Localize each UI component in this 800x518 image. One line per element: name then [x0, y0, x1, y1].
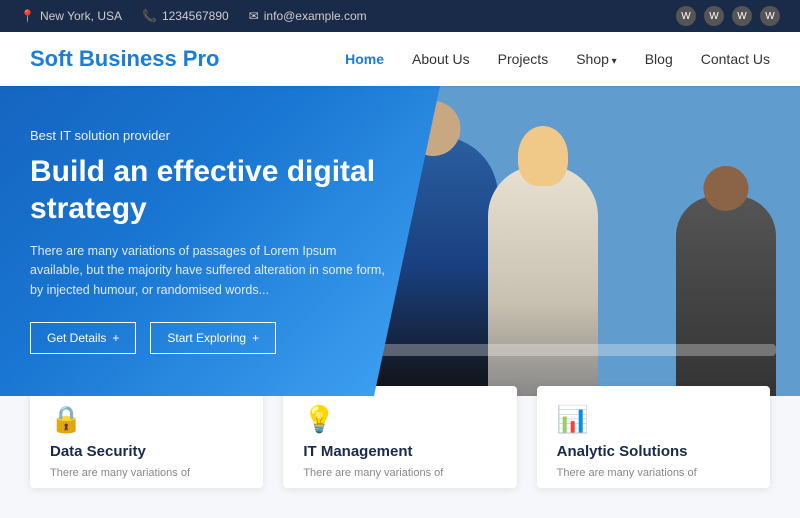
top-bar: 📍 New York, USA 📞 1234567890 ✉ info@exam… [0, 0, 800, 32]
location-icon: 📍 [20, 9, 35, 23]
data-security-title: Data Security [50, 443, 243, 460]
social-icon-3[interactable]: W [732, 6, 752, 26]
hero-subtitle: Best IT solution provider [30, 128, 386, 143]
email-item: ✉ info@example.com [249, 9, 367, 23]
card-data-security: 🔒 Data Security There are many variation… [30, 386, 263, 488]
phone-item: 📞 1234567890 [142, 9, 229, 23]
it-management-icon: 💡 [303, 404, 496, 435]
get-details-button[interactable]: Get Details + [30, 322, 136, 354]
it-management-title: IT Management [303, 443, 496, 460]
phone-text: 1234567890 [162, 9, 229, 23]
person-silhouette-2 [488, 166, 598, 396]
location-text: New York, USA [40, 9, 122, 23]
start-exploring-label: Start Exploring [167, 331, 246, 345]
card-analytic-solutions: 📊 Analytic Solutions There are many vari… [537, 386, 770, 488]
nav-shop[interactable]: Shop [576, 51, 617, 67]
start-exploring-icon: + [252, 331, 259, 345]
hero-title: Build an effective digital strategy [30, 153, 386, 228]
nav-home[interactable]: Home [345, 51, 384, 67]
get-details-icon: + [112, 331, 119, 345]
analytic-solutions-icon: 📊 [557, 404, 750, 435]
top-bar-contact-info: 📍 New York, USA 📞 1234567890 ✉ info@exam… [20, 9, 367, 23]
main-nav: Home About Us Projects Shop Blog Contact… [345, 51, 770, 67]
hero-content: Best IT solution provider Build an effec… [0, 86, 416, 396]
social-icons: W W W W [676, 6, 780, 26]
nav-contact[interactable]: Contact Us [701, 51, 770, 67]
social-icon-1[interactable]: W [676, 6, 696, 26]
nav-projects[interactable]: Projects [498, 51, 549, 67]
site-logo[interactable]: Soft Business Pro [30, 46, 219, 72]
person-silhouette-3 [676, 196, 776, 396]
email-text: info@example.com [264, 9, 367, 23]
email-icon: ✉ [249, 9, 259, 23]
get-details-label: Get Details [47, 331, 106, 345]
data-security-desc: There are many variations of [50, 466, 243, 481]
nav-about[interactable]: About Us [412, 51, 470, 67]
hero-description: There are many variations of passages of… [30, 242, 386, 300]
it-management-desc: There are many variations of [303, 466, 496, 481]
header: Soft Business Pro Home About Us Projects… [0, 32, 800, 86]
analytic-solutions-title: Analytic Solutions [557, 443, 750, 460]
analytic-solutions-desc: There are many variations of [557, 466, 750, 481]
hero-section: Best IT solution provider Build an effec… [0, 86, 800, 396]
card-it-management: 💡 IT Management There are many variation… [283, 386, 516, 488]
hero-buttons: Get Details + Start Exploring + [30, 322, 386, 354]
social-icon-2[interactable]: W [704, 6, 724, 26]
location-item: 📍 New York, USA [20, 9, 122, 23]
nav-blog[interactable]: Blog [645, 51, 673, 67]
start-exploring-button[interactable]: Start Exploring + [150, 322, 276, 354]
phone-icon: 📞 [142, 9, 157, 23]
data-security-icon: 🔒 [50, 404, 243, 435]
social-icon-4[interactable]: W [760, 6, 780, 26]
